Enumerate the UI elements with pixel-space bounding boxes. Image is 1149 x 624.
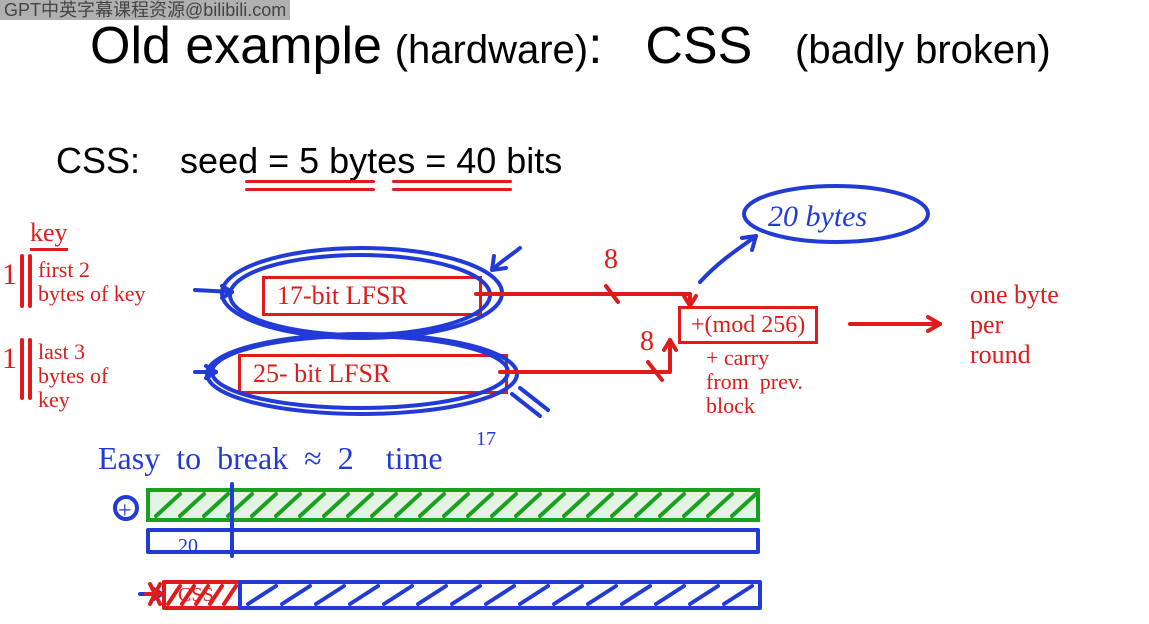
- title-colon: :: [588, 17, 602, 75]
- title-badly-broken: (badly broken): [795, 28, 1051, 72]
- mod256-box: +(mod 256): [678, 306, 818, 344]
- seed-line: CSS: seed = 5 bytes = 40 bits: [56, 140, 562, 182]
- label-key: key: [30, 218, 68, 251]
- slide: GPT中英字幕课程资源@bilibili.com Old example (ha…: [0, 0, 1149, 624]
- seed-text: seed = 5 bytes = 40 bits: [180, 140, 562, 181]
- text-exp17: 17: [476, 428, 496, 451]
- label-one-byte-per-round: one byte per round: [970, 280, 1059, 370]
- prefix-1-bot: 1: [2, 342, 17, 376]
- label-carry: + carry from prev. block: [706, 346, 803, 418]
- bar-20-label: 20: [178, 535, 198, 558]
- lfsr17-box: 17-bit LFSR: [262, 276, 482, 316]
- label-8-top: 8: [604, 244, 618, 276]
- prefix-1-top: 1: [2, 258, 17, 292]
- label-8-bot: 8: [640, 326, 654, 358]
- title-line: Old example (hardware): CSS (badly broke…: [90, 16, 1051, 76]
- seed-css: CSS:: [56, 140, 140, 181]
- label-last3bytes: last 3 bytes of key: [38, 340, 108, 412]
- underline-40bits: [392, 178, 512, 192]
- title-hardware: (hardware): [395, 28, 588, 72]
- title-css: CSS: [645, 17, 752, 75]
- lfsr25-box: 25- bit LFSR: [238, 354, 508, 394]
- plus-circle-label: +: [118, 498, 132, 525]
- label-first2bytes: first 2 bytes of key: [38, 258, 146, 306]
- bar-css-label: CSS: [178, 584, 214, 607]
- text-easy-to-break: Easy to break ≈ 2 time: [98, 440, 443, 477]
- underline-5bytes: [245, 178, 375, 192]
- title-old-example: Old example: [90, 17, 382, 75]
- label-20bytes: 20 bytes: [768, 200, 867, 234]
